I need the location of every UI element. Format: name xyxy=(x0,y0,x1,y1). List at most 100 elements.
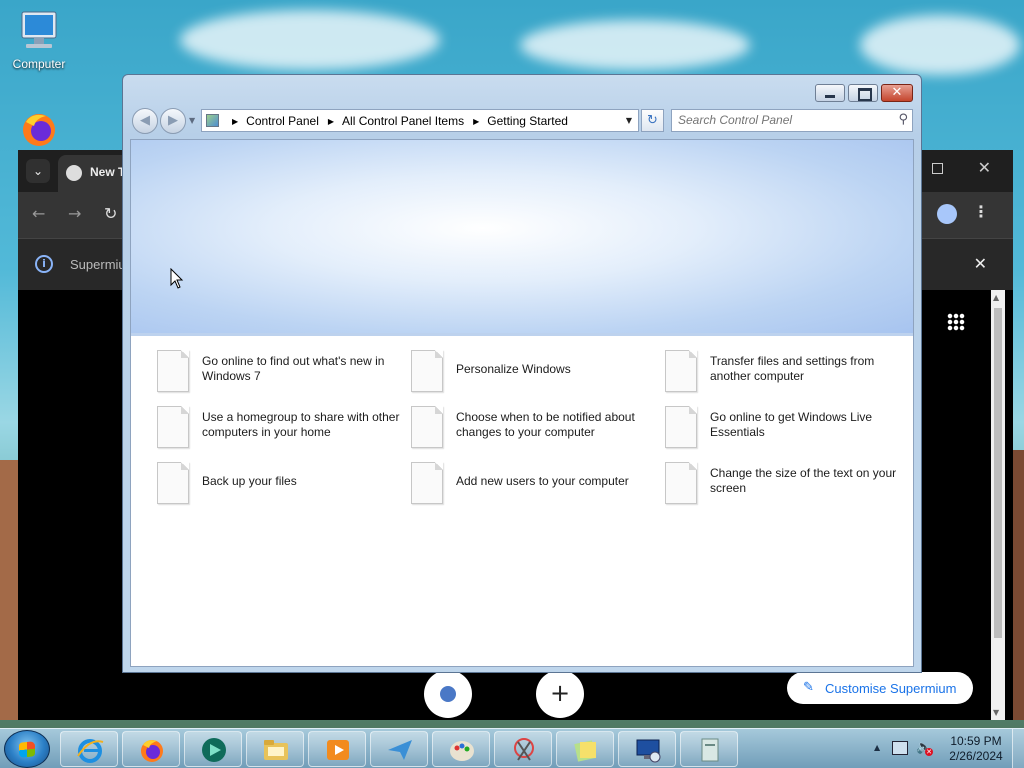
task-whats-new[interactable]: Go online to find out what's new in Wind… xyxy=(157,350,402,396)
address-dropdown-icon[interactable]: ▼ xyxy=(626,116,632,125)
control-panel-icon xyxy=(206,114,219,127)
task-text-size[interactable]: Change the size of the text on your scre… xyxy=(665,462,910,508)
background-cloud xyxy=(860,15,1020,75)
close-button[interactable]: ✕ xyxy=(881,84,913,102)
internet-explorer-icon xyxy=(77,739,104,763)
task-label[interactable]: Go online to get Windows Live Essentials xyxy=(710,410,910,440)
media-app-icon xyxy=(202,738,226,762)
add-shortcut-symbol: + xyxy=(549,679,571,707)
search-box[interactable]: ⚲ xyxy=(671,109,913,132)
task-label[interactable]: Personalize Windows xyxy=(456,362,656,377)
scroll-down-icon[interactable]: ▼ xyxy=(993,708,999,717)
system-tray: ▲ 🔈 ✕ 10:59 PM 2/26/2024 xyxy=(864,729,1024,768)
taskbar-paint[interactable] xyxy=(432,731,490,767)
desktop-icon-computer[interactable]: Computer xyxy=(4,8,74,71)
control-panel-window[interactable]: ✕ ◀ ▶ ▼ ▶ Control Panel ▶ All Control Panel… xyxy=(122,74,922,673)
task-label[interactable]: Choose when to be notified about changes… xyxy=(456,410,656,440)
document-icon xyxy=(665,406,697,448)
pencil-icon: ✎ xyxy=(803,679,814,694)
task-notifications[interactable]: Choose when to be notified about changes… xyxy=(411,406,656,452)
show-desktop-button[interactable] xyxy=(1012,729,1024,768)
browser-menu-icon[interactable]: ⋮ xyxy=(973,202,989,221)
search-input[interactable] xyxy=(678,113,883,127)
document-icon xyxy=(157,462,189,504)
task-label[interactable]: Change the size of the text on your scre… xyxy=(710,466,910,496)
browser-maximize-button[interactable] xyxy=(932,163,943,174)
taskbar-file-explorer[interactable] xyxy=(246,731,304,767)
task-label[interactable]: Back up your files xyxy=(202,474,402,489)
scrollbar-thumb[interactable] xyxy=(994,308,1002,638)
taskbar-firefox[interactable] xyxy=(122,731,180,767)
task-personalize[interactable]: Personalize Windows xyxy=(411,350,656,396)
browser-reload-icon[interactable]: ↻ xyxy=(104,204,117,223)
breadcrumb-separator-icon[interactable]: ▶ xyxy=(232,117,238,126)
shortcut-tile[interactable] xyxy=(424,670,472,718)
add-shortcut-button[interactable]: + xyxy=(536,670,584,718)
customise-button[interactable]: ✎ Customise Supermium xyxy=(787,672,973,704)
taskbar-internet-explorer[interactable] xyxy=(60,731,118,767)
windows-logo-icon xyxy=(19,741,35,758)
infobar-text: Supermiu xyxy=(70,257,126,272)
background-cloud xyxy=(520,20,750,70)
recent-pages-dropdown-icon[interactable]: ▼ xyxy=(189,116,195,125)
taskbar: ▲ 🔈 ✕ 10:59 PM 2/26/2024 xyxy=(0,728,1024,768)
breadcrumb-separator-icon[interactable]: ▶ xyxy=(473,117,479,126)
desktop-icon-firefox[interactable] xyxy=(4,108,74,151)
task-homegroup[interactable]: Use a homegroup to share with other comp… xyxy=(157,406,402,452)
scroll-up-icon[interactable]: ▲ xyxy=(993,293,999,302)
back-button[interactable]: ◀ xyxy=(132,108,158,134)
show-hidden-icons-icon[interactable]: ▲ xyxy=(874,743,880,752)
remote-desktop-icon xyxy=(636,739,661,763)
start-button[interactable] xyxy=(4,730,50,768)
taskbar-snipping-tool[interactable] xyxy=(494,731,552,767)
document-icon xyxy=(411,406,443,448)
customise-label: Customise Supermium xyxy=(825,681,957,696)
taskbar-media-player[interactable] xyxy=(308,731,366,767)
task-label[interactable]: Transfer files and settings from another… xyxy=(710,354,910,384)
task-backup[interactable]: Back up your files xyxy=(157,462,402,508)
task-label[interactable]: Add new users to your computer xyxy=(456,474,656,489)
breadcrumb-control-panel[interactable]: Control Panel xyxy=(246,114,319,128)
browser-back-icon[interactable]: ← xyxy=(32,204,45,223)
breadcrumb-getting-started[interactable]: Getting Started xyxy=(487,114,568,128)
document-icon xyxy=(157,406,189,448)
taskbar-media-app[interactable] xyxy=(184,731,242,767)
document-icon xyxy=(665,462,697,504)
taskbar-remote-desktop[interactable] xyxy=(618,731,676,767)
task-live-essentials[interactable]: Go online to get Windows Live Essentials xyxy=(665,406,910,452)
search-icon[interactable]: ⚲ xyxy=(898,112,908,127)
maximize-button[interactable] xyxy=(848,84,878,102)
taskbar-document[interactable] xyxy=(680,731,738,767)
document-icon xyxy=(157,350,189,392)
refresh-button[interactable]: ↻ xyxy=(641,109,664,132)
task-add-users[interactable]: Add new users to your computer xyxy=(411,462,656,508)
apps-grid-icon[interactable] xyxy=(947,313,965,331)
taskbar-sticky-notes[interactable] xyxy=(556,731,614,767)
file-explorer-icon xyxy=(264,740,288,760)
desktop-icon-label: Computer xyxy=(12,57,66,71)
breadcrumb-all-items[interactable]: All Control Panel Items xyxy=(342,114,464,128)
task-label[interactable]: Go online to find out what's new in Wind… xyxy=(202,354,402,384)
clock-date: 2/26/2024 xyxy=(949,749,1003,763)
forward-button[interactable]: ▶ xyxy=(160,108,186,134)
task-transfer-files[interactable]: Transfer files and settings from another… xyxy=(665,350,910,396)
browser-scrollbar[interactable]: ▲ ▼ xyxy=(991,290,1005,720)
profile-icon[interactable] xyxy=(937,204,957,224)
infobar-close-icon[interactable]: ✕ xyxy=(974,254,987,273)
taskbar-send[interactable] xyxy=(370,731,428,767)
shortcut-icon xyxy=(440,686,456,702)
clock[interactable]: 10:59 PM 2/26/2024 xyxy=(936,734,1016,764)
browser-close-button[interactable]: ✕ xyxy=(978,158,991,177)
document-icon xyxy=(701,738,719,762)
breadcrumb-separator-icon[interactable]: ▶ xyxy=(328,117,334,126)
network-icon[interactable] xyxy=(892,741,908,755)
computer-icon xyxy=(21,11,57,48)
address-bar[interactable]: ▶ Control Panel ▶ All Control Panel Items ▶ G… xyxy=(201,109,639,132)
getting-started-banner xyxy=(131,140,913,336)
browser-forward-icon[interactable]: → xyxy=(68,204,81,223)
breadcrumb: ▶ Control Panel ▶ All Control Panel Items ▶ G… xyxy=(226,114,568,128)
task-label[interactable]: Use a homegroup to share with other comp… xyxy=(202,410,402,440)
snipping-tool-icon xyxy=(514,738,534,761)
tab-search-button[interactable]: ⌄ xyxy=(26,159,50,183)
minimize-button[interactable] xyxy=(815,84,845,102)
